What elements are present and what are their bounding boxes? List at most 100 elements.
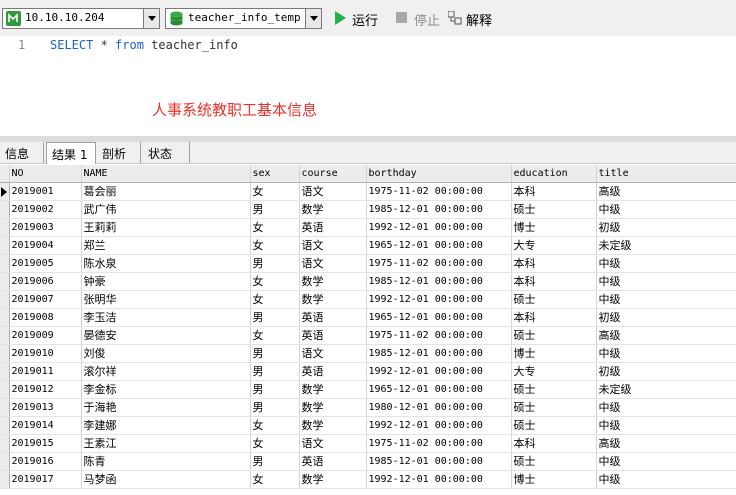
cell-name[interactable]: 武广伟: [81, 200, 251, 219]
cell-title[interactable]: 初级: [596, 362, 736, 381]
table-row[interactable]: 2019008 李玉洁男英语 1965-12-01 00:00:00 本科 初级: [0, 308, 736, 327]
cell-title[interactable]: 高级: [596, 182, 736, 201]
row-indicator[interactable]: [0, 470, 10, 489]
cell-borthday[interactable]: 1992-12-01 00:00:00: [366, 470, 512, 489]
cell-sex[interactable]: 男: [250, 380, 300, 399]
cell-course[interactable]: 数学: [299, 272, 367, 291]
table-row[interactable]: 2019014 李建娜女数学 1992-12-01 00:00:00 硕士 中级: [0, 416, 736, 435]
cell-title[interactable]: 中级: [596, 398, 736, 417]
row-indicator[interactable]: [0, 218, 10, 237]
cell-title[interactable]: 未定级: [596, 236, 736, 255]
cell-course[interactable]: 数学: [299, 470, 367, 489]
cell-sex[interactable]: 女: [250, 236, 300, 255]
row-indicator[interactable]: [0, 254, 10, 273]
row-indicator[interactable]: [0, 200, 10, 219]
cell-education[interactable]: 博士: [511, 470, 597, 489]
cell-borthday[interactable]: 1985-12-01 00:00:00: [366, 344, 512, 363]
connection-select[interactable]: 10.10.10.204: [2, 8, 160, 29]
cell-sex[interactable]: 女: [250, 182, 300, 201]
cell-no[interactable]: 2019008: [9, 308, 82, 327]
cell-name[interactable]: 陈青: [81, 452, 251, 471]
cell-title[interactable]: 中级: [596, 416, 736, 435]
cell-name[interactable]: 李金标: [81, 380, 251, 399]
column-header-education[interactable]: education: [511, 165, 597, 183]
cell-education[interactable]: 大专: [511, 362, 597, 381]
cell-name[interactable]: 刘俊: [81, 344, 251, 363]
cell-borthday[interactable]: 1965-12-01 00:00:00: [366, 236, 512, 255]
tab-info[interactable]: 信息: [0, 142, 44, 163]
cell-no[interactable]: 2019013: [9, 398, 82, 417]
cell-no[interactable]: 2019009: [9, 326, 82, 345]
cell-sex[interactable]: 男: [250, 362, 300, 381]
column-header-name[interactable]: NAME: [81, 165, 251, 183]
cell-education[interactable]: 本科: [511, 434, 597, 453]
cell-borthday[interactable]: 1975-11-02 00:00:00: [366, 434, 512, 453]
cell-education[interactable]: 硕士: [511, 200, 597, 219]
row-indicator[interactable]: [0, 272, 10, 291]
cell-education[interactable]: 硕士: [511, 380, 597, 399]
cell-name[interactable]: 王素江: [81, 434, 251, 453]
cell-name[interactable]: 钟豪: [81, 272, 251, 291]
tab-status[interactable]: 状态: [143, 142, 190, 163]
cell-title[interactable]: 中级: [596, 344, 736, 363]
cell-name[interactable]: 郑兰: [81, 236, 251, 255]
cell-title[interactable]: 中级: [596, 290, 736, 309]
tab-profile[interactable]: 剖析: [97, 142, 141, 163]
table-row[interactable]: 2019007 张明华女数学 1992-12-01 00:00:00 硕士 中级: [0, 290, 736, 309]
cell-course[interactable]: 语文: [299, 182, 367, 201]
cell-education[interactable]: 硕士: [511, 416, 597, 435]
cell-sex[interactable]: 女: [250, 326, 300, 345]
row-indicator[interactable]: [0, 452, 10, 471]
table-row[interactable]: 2019002 武广伟男数学 1985-12-01 00:00:00 硕士 中级: [0, 200, 736, 219]
row-indicator[interactable]: [0, 416, 10, 435]
cell-education[interactable]: 硕士: [511, 326, 597, 345]
table-row[interactable]: 2019017 马梦函女数学 1992-12-01 00:00:00 博士 中级: [0, 470, 736, 489]
tab-result-1[interactable]: 结果 1: [46, 142, 96, 164]
cell-course[interactable]: 语文: [299, 434, 367, 453]
cell-title[interactable]: 中级: [596, 470, 736, 489]
cell-course[interactable]: 数学: [299, 200, 367, 219]
row-indicator[interactable]: [0, 326, 10, 345]
cell-borthday[interactable]: 1992-12-01 00:00:00: [366, 362, 512, 381]
cell-no[interactable]: 2019011: [9, 362, 82, 381]
cell-no[interactable]: 2019006: [9, 272, 82, 291]
cell-no[interactable]: 2019004: [9, 236, 82, 255]
table-row[interactable]: 2019006 钟豪女数学 1985-12-01 00:00:00 本科 中级: [0, 272, 736, 291]
row-indicator[interactable]: [0, 344, 10, 363]
cell-education[interactable]: 硕士: [511, 290, 597, 309]
sql-editor[interactable]: 1 SELECT * from teacher_info 人事系统教职工基本信息: [0, 36, 736, 136]
cell-name[interactable]: 李建娜: [81, 416, 251, 435]
column-header-sex[interactable]: sex: [250, 165, 300, 183]
cell-name[interactable]: 马梦函: [81, 470, 251, 489]
explain-button[interactable]: 解释: [448, 10, 494, 29]
connection-dropdown-arrow[interactable]: [143, 9, 159, 28]
cell-title[interactable]: 中级: [596, 254, 736, 273]
cell-education[interactable]: 本科: [511, 272, 597, 291]
cell-borthday[interactable]: 1992-12-01 00:00:00: [366, 416, 512, 435]
table-row[interactable]: 2019015 王素江女语文 1975-11-02 00:00:00 本科 高级: [0, 434, 736, 453]
cell-name[interactable]: 晏德安: [81, 326, 251, 345]
cell-sex[interactable]: 女: [250, 272, 300, 291]
row-indicator[interactable]: [0, 380, 10, 399]
column-header-course[interactable]: course: [299, 165, 367, 183]
cell-title[interactable]: 中级: [596, 200, 736, 219]
cell-course[interactable]: 英语: [299, 326, 367, 345]
cell-name[interactable]: 葛会丽: [81, 182, 251, 201]
cell-course[interactable]: 数学: [299, 416, 367, 435]
cell-sex[interactable]: 女: [250, 416, 300, 435]
cell-borthday[interactable]: 1975-11-02 00:00:00: [366, 254, 512, 273]
cell-no[interactable]: 2019015: [9, 434, 82, 453]
cell-sex[interactable]: 女: [250, 434, 300, 453]
table-row[interactable]: 2019004 郑兰女语文 1965-12-01 00:00:00 大专 未定级: [0, 236, 736, 255]
cell-name[interactable]: 李玉洁: [81, 308, 251, 327]
cell-sex[interactable]: 女: [250, 290, 300, 309]
table-row[interactable]: 2019003 王莉莉女英语 1992-12-01 00:00:00 博士 初级: [0, 218, 736, 237]
database-select[interactable]: teacher_info_temp: [165, 8, 322, 29]
database-dropdown-arrow[interactable]: [305, 9, 321, 28]
cell-course[interactable]: 数学: [299, 380, 367, 399]
cell-sex[interactable]: 男: [250, 200, 300, 219]
cell-borthday[interactable]: 1992-12-01 00:00:00: [366, 218, 512, 237]
cell-title[interactable]: 初级: [596, 218, 736, 237]
cell-name[interactable]: 王莉莉: [81, 218, 251, 237]
cell-sex[interactable]: 男: [250, 398, 300, 417]
